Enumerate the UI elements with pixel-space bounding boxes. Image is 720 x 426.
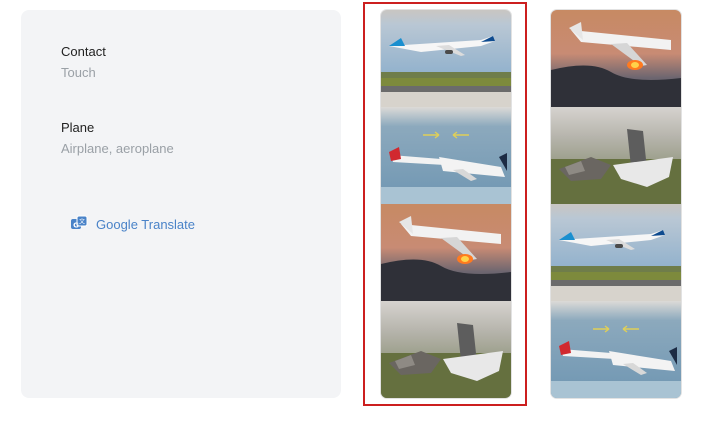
image-strip-selected[interactable] xyxy=(381,10,511,398)
plane-burning-image xyxy=(381,204,511,301)
image-strip[interactable] xyxy=(551,10,681,398)
plane-takeoff-image xyxy=(551,204,681,301)
google-translate-link[interactable]: G 文 Google Translate xyxy=(70,215,195,233)
two-planes-image xyxy=(381,107,511,204)
two-planes-image xyxy=(551,301,681,398)
svg-text:文: 文 xyxy=(79,218,85,226)
entry-word: Plane xyxy=(61,120,95,135)
entry-word: Contact xyxy=(61,44,106,59)
entry-contact: Contact Touch xyxy=(61,44,106,81)
google-translate-label: Google Translate xyxy=(96,216,196,232)
entry-translation: Airplane, aeroplane xyxy=(61,141,174,156)
plane-wreck-image xyxy=(381,301,511,398)
translate-icon: G 文 xyxy=(70,215,88,233)
entry-translation: Touch xyxy=(61,65,96,80)
entry-plane: Plane Airplane, aeroplane xyxy=(61,120,174,157)
plane-takeoff-image xyxy=(381,10,511,107)
dictionary-card: Contact Touch Plane Airplane, aeroplane … xyxy=(21,10,341,398)
plane-wreck-image xyxy=(551,107,681,204)
plane-burning-image xyxy=(551,10,681,107)
page: Contact Touch Plane Airplane, aeroplane … xyxy=(0,0,720,426)
